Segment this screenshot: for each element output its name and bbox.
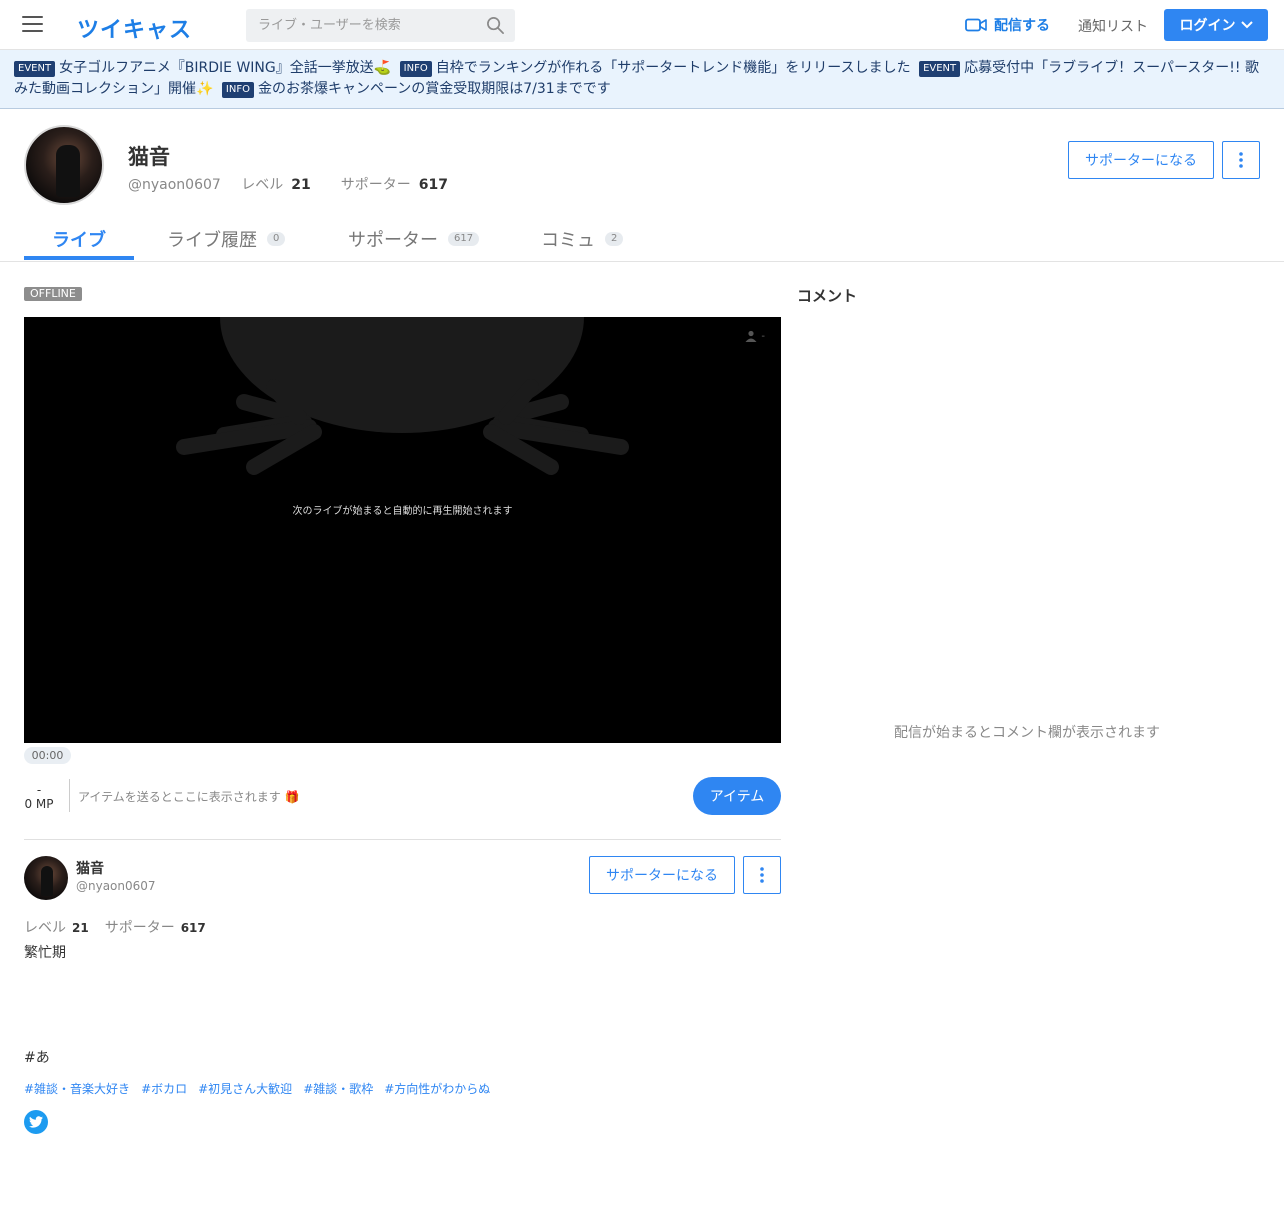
profile-meta: @nyaon0607 レベル 21 サポーター 617 — [128, 174, 478, 194]
avatar[interactable] — [24, 125, 104, 205]
broadcast-button[interactable]: 配信する — [965, 15, 1050, 35]
tag-list: #雑談・音楽大好き #ボカロ #初見さん大歓迎 #雑談・歌枠 #方向性がわからぬ — [24, 1080, 501, 1097]
profile-hashtag: #あ — [24, 1050, 50, 1066]
login-label: ログイン — [1179, 18, 1236, 34]
tag-link[interactable]: #初見さん大歓迎 — [198, 1082, 292, 1096]
viewer-count: - — [745, 330, 765, 342]
profile-handle: @nyaon0607 — [128, 177, 221, 193]
news-tag: INFO — [221, 82, 254, 98]
profile-description: 繁忙期 — [24, 945, 66, 961]
viewer-count-value: - — [761, 330, 765, 342]
broadcast-label: 配信する — [994, 18, 1050, 34]
tab-count: 2 — [605, 232, 624, 246]
more-vertical-icon — [760, 867, 764, 883]
active-tab-indicator — [24, 256, 134, 260]
supporter-label: サポーター — [340, 177, 411, 193]
tab-supporters[interactable]: サポーター 617 — [348, 226, 480, 252]
video-player[interactable]: - 次のライブが始まると自動的に再生開始されます — [24, 317, 781, 743]
tab-count: 617 — [448, 232, 480, 246]
more-options-button[interactable] — [1222, 141, 1260, 179]
tab-label: ライブ履歴 — [167, 230, 257, 251]
level-label: レベル — [241, 177, 284, 193]
news-tag: INFO — [399, 61, 432, 77]
twitter-bird-icon — [29, 1116, 43, 1128]
elapsed-time: 00:00 — [24, 747, 71, 764]
profile-handle: @nyaon0607 — [76, 879, 156, 893]
profile-meta: レベル 21 サポーター 617 — [24, 917, 222, 937]
more-options-button[interactable] — [743, 856, 781, 894]
news-bar: EVENT 女子ゴルフアニメ『BIRDIE WING』全話一挙放送⛳ INFO 自枠… — [0, 50, 1284, 109]
search-box — [246, 9, 515, 42]
tag-link[interactable]: #ボカロ — [141, 1082, 187, 1096]
profile-tabs: ライブ ライブ履歴 0 サポーター 617 コミュ 2 — [0, 212, 1284, 262]
tag-link[interactable]: #方向性がわからぬ — [384, 1082, 490, 1096]
video-camera-icon — [965, 18, 987, 32]
avatar[interactable] — [24, 856, 68, 900]
tab-live[interactable]: ライブ — [52, 226, 106, 252]
mascot-silhouette-icon — [176, 317, 629, 475]
become-supporter-button[interactable]: サポーターになる — [1068, 141, 1214, 179]
tab-label: サポーター — [348, 230, 438, 251]
profile-name: 猫音 — [128, 145, 170, 169]
profile-name[interactable]: 猫音 — [76, 858, 104, 878]
more-vertical-icon — [1239, 152, 1243, 168]
news-tag: EVENT — [14, 61, 56, 77]
divider — [69, 779, 70, 812]
tag-link[interactable]: #雑談・音楽大好き — [24, 1082, 130, 1096]
comment-title: コメント — [797, 287, 858, 305]
login-button[interactable]: ログイン — [1164, 9, 1268, 41]
comment-empty-message: 配信が始まるとコメント欄が表示されます — [894, 725, 1160, 741]
site-header: ツイキャス 配信する 通知リスト ログイン — [0, 0, 1284, 50]
status-badge: OFFLINE — [24, 287, 82, 301]
level-value: 21 — [291, 177, 311, 193]
mp-top: - — [36, 783, 42, 797]
notification-list-link[interactable]: 通知リスト — [1078, 16, 1148, 36]
news-link[interactable]: 金のお茶爆キャンペーンの賞金受取期限は7/31までです — [258, 81, 611, 97]
level-value: 21 — [72, 921, 89, 935]
player-message: 次のライブが始まると自動的に再生開始されます — [292, 506, 513, 517]
item-button[interactable]: アイテム — [693, 777, 781, 815]
supporter-label: サポーター — [104, 920, 175, 936]
search-icon[interactable] — [486, 16, 505, 35]
become-supporter-button[interactable]: サポーターになる — [589, 856, 735, 894]
news-link[interactable]: 自枠でランキングが作れる「サポータートレンド機能」をリリースしました — [436, 60, 911, 76]
supporter-count: 617 — [418, 177, 448, 193]
tab-community[interactable]: コミュ 2 — [541, 226, 624, 252]
tag-link[interactable]: #雑談・歌枠 — [303, 1082, 373, 1096]
chevron-down-icon — [1240, 21, 1253, 29]
supporter-count: 617 — [180, 921, 206, 935]
mp-counter: - 0 MP — [24, 783, 54, 811]
person-icon — [745, 330, 757, 342]
tab-label: ライブ — [52, 230, 106, 251]
tab-count: 0 — [267, 232, 286, 246]
item-placeholder: アイテムを送るとここに表示されます 🎁 — [78, 790, 300, 804]
news-link[interactable]: 女子ゴルフアニメ『BIRDIE WING』全話一挙放送⛳ — [59, 60, 391, 76]
twitter-link[interactable] — [24, 1110, 48, 1134]
site-logo[interactable]: ツイキャス — [77, 12, 192, 44]
menu-icon[interactable] — [22, 16, 43, 34]
level-label: レベル — [24, 920, 66, 936]
mp-value: 0 MP — [24, 797, 54, 811]
search-input[interactable] — [246, 9, 476, 42]
news-tag: EVENT — [919, 61, 961, 77]
tab-label: コミュ — [541, 230, 595, 251]
divider — [24, 839, 781, 840]
tab-live-history[interactable]: ライブ履歴 0 — [167, 226, 286, 252]
